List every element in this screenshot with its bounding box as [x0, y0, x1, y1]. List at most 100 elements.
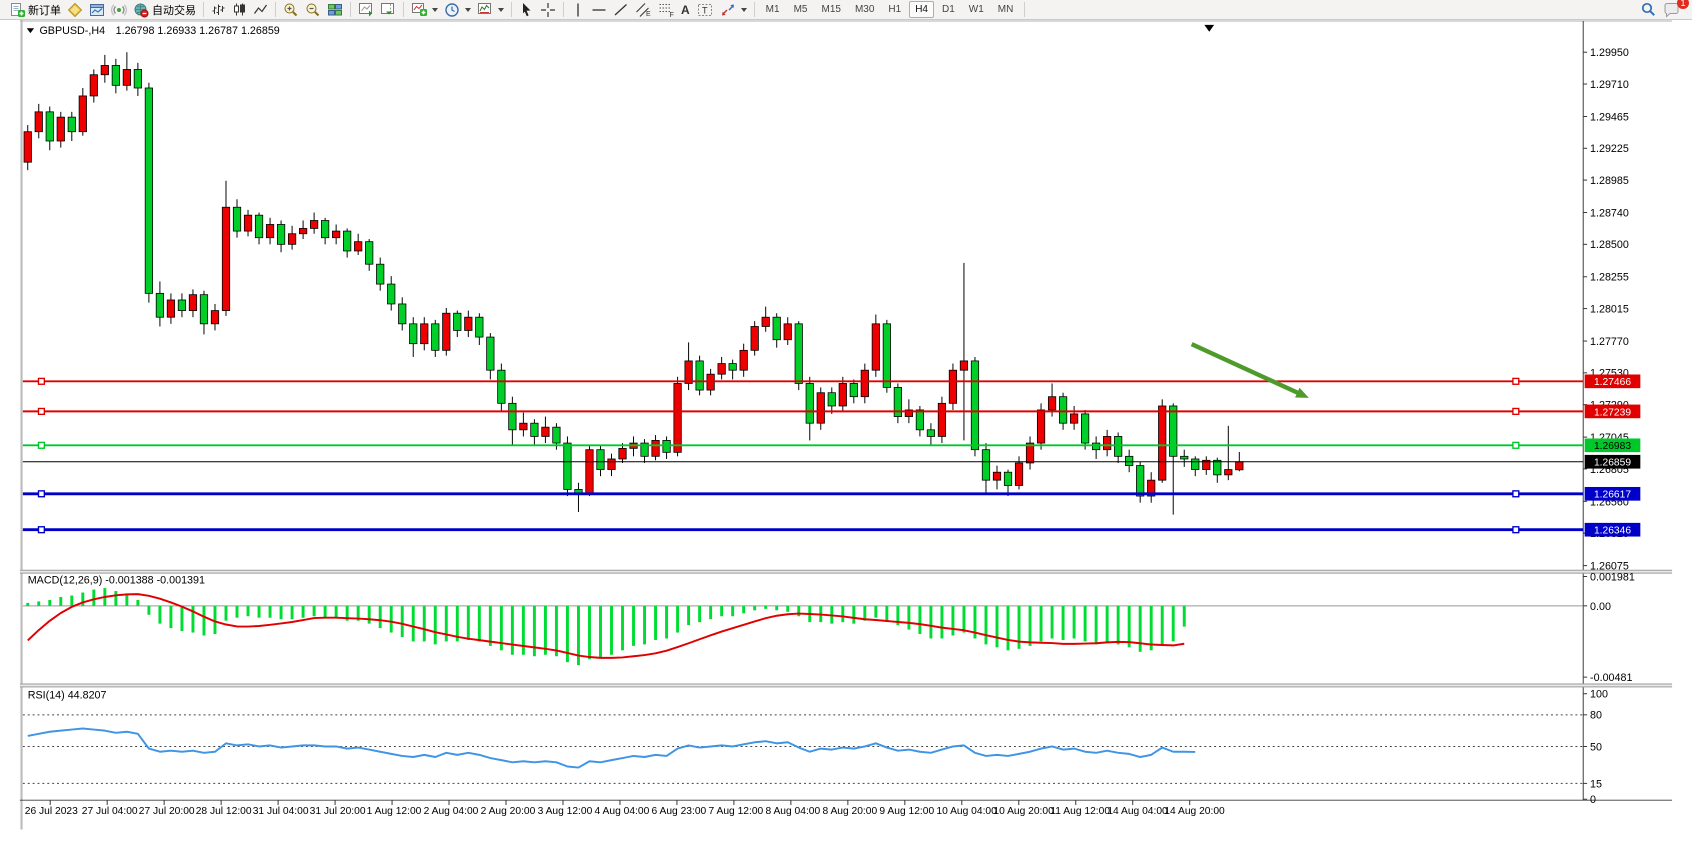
cursor-button[interactable]	[516, 1, 537, 19]
macd-bar	[158, 606, 161, 624]
macd-bar	[445, 606, 448, 642]
timeframe-m1-button[interactable]: M1	[760, 1, 786, 18]
timeframe-h1-button[interactable]: H1	[882, 1, 907, 18]
timeframe-m15-button[interactable]: M15	[815, 1, 846, 18]
line-handle[interactable]	[1513, 491, 1519, 497]
arrows-button[interactable]	[717, 1, 750, 19]
rsi-label: RSI(14) 44.8207	[28, 690, 107, 702]
trendline-button[interactable]	[610, 1, 632, 19]
candle	[817, 393, 824, 423]
chart-canvas[interactable]: GBPUSD-,H4 1.26798 1.26933 1.26787 1.268…	[0, 20, 1692, 849]
templates-button[interactable]	[474, 1, 507, 19]
tile-windows-button[interactable]	[324, 1, 346, 19]
toolbar-separator	[403, 2, 404, 17]
market-watch-button[interactable]	[86, 1, 108, 19]
periods-button[interactable]	[441, 1, 474, 19]
candle	[652, 440, 659, 456]
line-handle[interactable]	[38, 442, 44, 448]
auto-scroll-button[interactable]	[355, 1, 377, 19]
profiles-button[interactable]	[64, 1, 86, 19]
candle	[608, 459, 615, 470]
candle	[200, 295, 207, 324]
macd-bar	[236, 606, 239, 618]
macd-bar	[907, 606, 910, 630]
toolbar-separator	[563, 2, 564, 17]
new-order-button[interactable]: 新订单	[6, 1, 64, 19]
candle	[938, 403, 945, 436]
zoom-in-button[interactable]	[280, 1, 302, 19]
time-axis-label: 31 Jul 20:00	[310, 806, 366, 817]
signals-icon	[111, 2, 127, 18]
channel-button[interactable]: E	[632, 1, 655, 19]
line-handle[interactable]	[38, 527, 44, 533]
text-button[interactable]: A	[678, 1, 693, 19]
candle	[509, 403, 516, 429]
line-chart-icon	[253, 2, 268, 17]
macd-bar	[1117, 606, 1120, 645]
vertical-line-button[interactable]	[568, 1, 588, 19]
autotrading-label: 自动交易	[152, 2, 196, 18]
line-chart-button[interactable]	[250, 1, 271, 19]
price-axis-label: 1.28500	[1590, 239, 1629, 251]
timeframe-h4-button[interactable]: H4	[909, 1, 934, 18]
label-button[interactable]: T	[693, 1, 717, 19]
chart-plot-area[interactable]	[23, 22, 1583, 570]
line-handle[interactable]	[38, 408, 44, 414]
timeframe-m5-button[interactable]: M5	[788, 1, 814, 18]
time-axis-label: 6 Aug 23:00	[652, 806, 707, 817]
chart-shift-button[interactable]	[377, 1, 399, 19]
line-handle[interactable]	[38, 378, 44, 384]
macd-bar	[632, 606, 635, 646]
candle	[343, 231, 350, 251]
candle	[57, 117, 64, 141]
macd-bar	[621, 606, 624, 650]
toolbar-separator	[350, 2, 351, 17]
indicators-button[interactable]	[408, 1, 441, 19]
timeframe-d1-button[interactable]: D1	[936, 1, 961, 18]
price-badge-label: 1.27466	[1594, 377, 1631, 388]
candle	[167, 300, 174, 317]
macd-bar	[599, 606, 602, 658]
bar-chart-button[interactable]	[208, 1, 229, 19]
fibonacci-button[interactable]: F	[655, 1, 678, 19]
macd-bar	[852, 606, 855, 624]
candle	[806, 383, 813, 423]
macd-bar	[1007, 606, 1010, 650]
line-handle[interactable]	[1513, 442, 1519, 448]
macd-bar	[797, 606, 800, 616]
line-handle[interactable]	[1513, 378, 1519, 384]
crosshair-icon	[540, 2, 556, 18]
macd-bar	[225, 606, 228, 621]
candle	[564, 443, 571, 489]
candlestick-chart-button[interactable]	[229, 1, 250, 19]
line-handle[interactable]	[1513, 408, 1519, 414]
candle	[277, 224, 284, 244]
search-button[interactable]	[1637, 1, 1660, 19]
macd-bar	[379, 606, 382, 628]
candle	[1059, 397, 1066, 423]
cursor-icon	[519, 2, 534, 18]
candle	[850, 383, 857, 396]
candle	[156, 293, 163, 317]
macd-bar	[147, 606, 150, 615]
label-tool-glyph: T	[702, 5, 708, 15]
notifications-button[interactable]: 1	[1660, 1, 1684, 19]
dropdown-caret-icon	[741, 8, 747, 12]
price-badge-label: 1.26617	[1594, 490, 1631, 501]
macd-bar	[775, 606, 778, 610]
zoom-out-button[interactable]	[302, 1, 324, 19]
candle	[465, 317, 472, 330]
candle	[443, 313, 450, 350]
horizontal-line-button[interactable]	[588, 1, 610, 19]
signals-button[interactable]	[108, 1, 130, 19]
timeframe-mn-button[interactable]: MN	[992, 1, 1020, 18]
macd-bar	[302, 606, 305, 618]
crosshair-button[interactable]	[537, 1, 559, 19]
timeframe-m30-button[interactable]: M30	[849, 1, 880, 18]
timeframe-w1-button[interactable]: W1	[963, 1, 990, 18]
line-handle[interactable]	[1513, 527, 1519, 533]
line-handle[interactable]	[38, 491, 44, 497]
autotrading-button[interactable]: 自动交易	[130, 1, 199, 19]
candle	[321, 220, 328, 237]
price-axis-label: 1.29710	[1590, 79, 1629, 91]
